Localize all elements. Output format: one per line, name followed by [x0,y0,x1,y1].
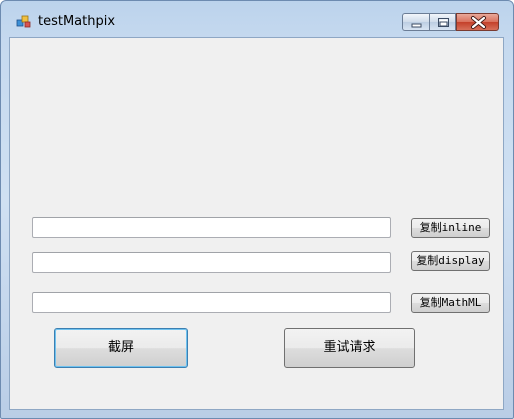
close-button[interactable] [456,13,499,31]
main-window: testMathpix 复制inline 复制display 复制MathML … [0,0,514,419]
inline-output-field[interactable] [32,217,391,238]
screenshot-button[interactable]: 截屏 [54,328,188,368]
title-bar[interactable]: testMathpix [1,1,513,37]
copy-display-button[interactable]: 复制display [411,251,490,271]
minimize-button[interactable] [402,13,429,31]
mathml-output-field[interactable] [32,292,391,313]
copy-inline-button[interactable]: 复制inline [411,218,490,238]
display-output-field[interactable] [32,252,391,273]
close-icon [471,16,486,29]
app-icon [16,14,32,30]
maximize-icon [438,18,449,27]
retry-request-button[interactable]: 重试请求 [284,328,415,368]
minimize-icon [411,23,422,28]
client-area: 复制inline 复制display 复制MathML 截屏 重试请求 [9,37,504,410]
copy-mathml-button[interactable]: 复制MathML [411,293,490,313]
maximize-button[interactable] [429,13,456,31]
window-title: testMathpix [38,14,116,29]
